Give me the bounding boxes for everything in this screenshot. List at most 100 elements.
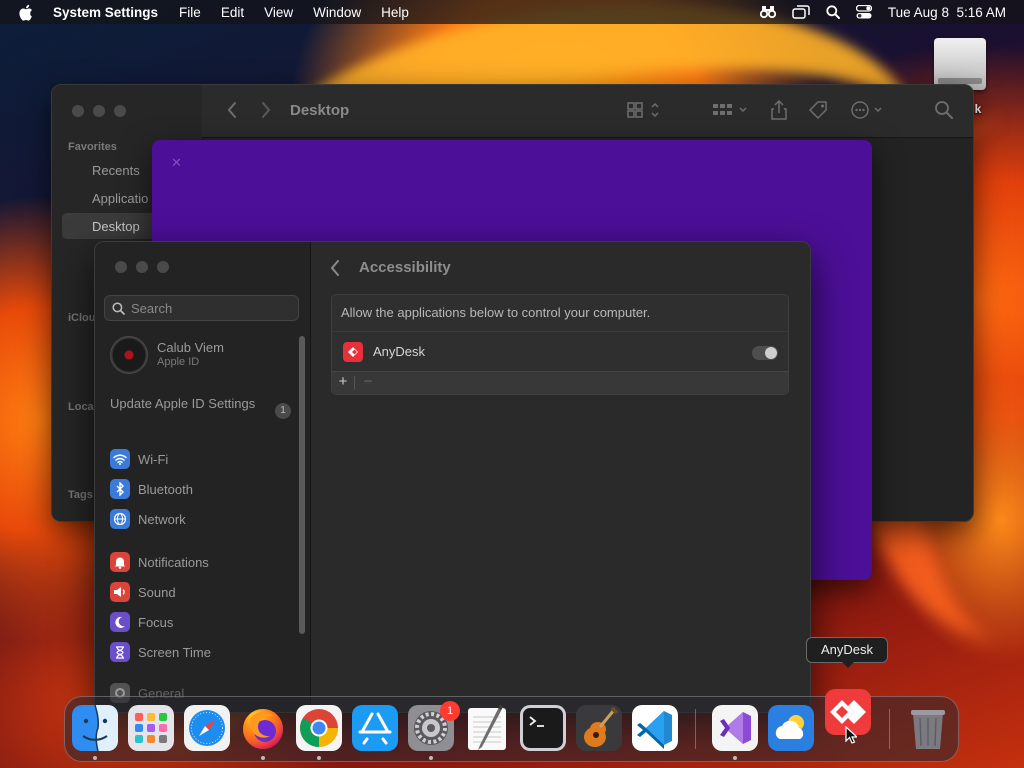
locations-header: Loca	[68, 401, 94, 413]
sidebar-item-focus[interactable]: Focus	[110, 611, 173, 633]
account-name: Calub Viem	[157, 340, 224, 355]
network-icon	[110, 509, 130, 529]
sidebar-scrollbar[interactable]	[299, 336, 305, 634]
close-icon[interactable]: ✕	[171, 155, 182, 171]
dock-textedit-icon[interactable]	[464, 705, 510, 751]
update-apple-id-item[interactable]: Update Apple ID Settings 1	[110, 396, 291, 419]
menu-bar: System Settings File Edit View Window He…	[0, 0, 1024, 24]
screen-time-icon	[110, 642, 130, 662]
control-center-icon[interactable]	[855, 5, 872, 19]
sidebar-item-recents[interactable]: Recents	[92, 163, 140, 178]
back-icon[interactable]	[329, 259, 341, 282]
icloud-header: iClou	[68, 312, 96, 324]
sidebar-item-label: Sound	[138, 584, 176, 600]
tag-icon[interactable]	[808, 100, 830, 125]
sidebar-item-notifications[interactable]: Notifications	[110, 551, 209, 573]
menubar-clock[interactable]: Tue Aug 8 5:16 AM	[888, 5, 1006, 20]
search-icon	[112, 301, 125, 315]
dock-firefox-icon[interactable]	[240, 705, 286, 751]
menu-window[interactable]: Window	[313, 5, 361, 20]
system-settings-window: Calub Viem Apple ID Update Apple ID Sett…	[94, 241, 811, 713]
close-button[interactable]	[115, 261, 127, 273]
zoom-button[interactable]	[157, 261, 169, 273]
panel-description: Allow the applications below to control …	[341, 305, 651, 320]
dock-settings-badge: 1	[440, 701, 460, 721]
menu-view[interactable]: View	[264, 5, 293, 20]
update-label: Update Apple ID Settings	[110, 396, 256, 411]
dock-system-settings-icon[interactable]: 1	[408, 701, 460, 751]
add-button[interactable]: +	[333, 373, 353, 390]
forward-icon[interactable]	[260, 101, 272, 124]
more-actions-icon[interactable]	[850, 100, 886, 125]
sidebar-item-sound[interactable]: Sound	[110, 581, 176, 603]
spotlight-search-icon[interactable]	[826, 5, 840, 19]
sidebar-item-desktop[interactable]: Desktop	[92, 219, 140, 234]
dock-separator	[889, 709, 890, 749]
sidebar-item-label: Bluetooth	[138, 481, 193, 497]
dock-app-store-icon[interactable]	[352, 705, 398, 751]
settings-window-controls	[115, 261, 169, 273]
accessibility-apps-panel: Allow the applications below to control …	[331, 294, 789, 395]
minimize-button[interactable]	[93, 105, 105, 117]
dock-launchpad-icon[interactable]	[128, 705, 174, 751]
back-icon[interactable]	[226, 101, 238, 124]
settings-content: Accessibility Allow the applications bel…	[311, 242, 810, 712]
account-subtitle: Apple ID	[157, 356, 200, 368]
list-item[interactable]: AnyDesk	[332, 332, 788, 372]
dock-tooltip: AnyDesk	[806, 637, 888, 668]
dock-separator	[695, 709, 696, 749]
sidebar-item-bluetooth[interactable]: Bluetooth	[110, 478, 193, 500]
dock-finder-icon[interactable]	[72, 705, 118, 751]
apple-menu-icon[interactable]	[18, 4, 36, 21]
app-name: AnyDesk	[373, 344, 426, 359]
anydesk-toggle[interactable]	[752, 346, 778, 360]
dock-garageband-icon[interactable]	[576, 705, 622, 751]
dock-trash-icon[interactable]	[905, 705, 951, 751]
dock-safari-icon[interactable]	[184, 705, 230, 751]
tags-header: Tags	[68, 489, 93, 501]
menu-edit[interactable]: Edit	[221, 5, 244, 20]
sidebar-item-screen-time[interactable]: Screen Time	[110, 641, 211, 663]
menu-app-name[interactable]: System Settings	[53, 5, 158, 20]
zoom-button[interactable]	[114, 105, 126, 117]
search-field[interactable]	[104, 295, 299, 321]
dock-running-indicator	[317, 756, 321, 760]
screen-mirroring-icon[interactable]	[792, 5, 810, 19]
dock-weather-icon[interactable]	[768, 705, 814, 751]
sidebar-item-wifi[interactable]: Wi-Fi	[110, 448, 168, 470]
dock-vscode-icon[interactable]	[632, 705, 678, 751]
finder-title: Desktop	[290, 102, 350, 119]
remove-button[interactable]: −	[358, 373, 378, 390]
group-icon[interactable]	[712, 100, 750, 125]
sound-icon	[110, 582, 130, 602]
notifications-icon	[110, 552, 130, 572]
dock-chrome-icon[interactable]	[296, 705, 342, 751]
dock: 1	[64, 689, 959, 762]
panel-footer: + −	[332, 371, 788, 394]
menu-help[interactable]: Help	[381, 5, 409, 20]
sidebar-item-applications[interactable]: Applicatio	[92, 191, 148, 206]
menu-file[interactable]: File	[179, 5, 201, 20]
search-input[interactable]	[131, 300, 281, 316]
anydesk-icon	[343, 342, 363, 362]
dock-visual-studio-icon[interactable]	[712, 705, 758, 751]
minimize-button[interactable]	[136, 261, 148, 273]
mouse-cursor-icon	[845, 725, 859, 749]
sidebar-item-label: Wi-Fi	[138, 451, 169, 467]
sidebar-item-label: Network	[138, 511, 186, 527]
finder-duo-icon[interactable]	[759, 5, 776, 19]
dock-terminal-icon[interactable]	[520, 705, 566, 751]
apple-id-account[interactable]: Calub Viem Apple ID	[110, 335, 300, 375]
finder-search-icon[interactable]	[934, 100, 954, 125]
avatar	[110, 336, 148, 374]
focus-icon	[110, 612, 130, 632]
sidebar-item-label: Notifications	[138, 554, 209, 570]
wifi-icon	[110, 449, 130, 469]
close-button[interactable]	[72, 105, 84, 117]
view-grid-icon[interactable]	[627, 100, 661, 125]
sidebar-item-label: Focus	[138, 614, 174, 630]
favorites-header: Favorites	[68, 141, 117, 153]
sidebar-item-network[interactable]: Network	[110, 508, 186, 530]
share-icon[interactable]	[770, 99, 788, 125]
bluetooth-icon	[110, 479, 130, 499]
